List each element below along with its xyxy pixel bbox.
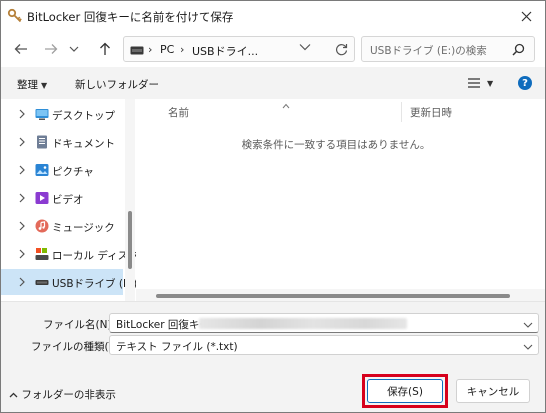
sidebar-item-label: ビデオ bbox=[52, 194, 84, 206]
sidebar-item-pictures[interactable]: ピクチャ bbox=[1, 157, 123, 183]
column-header-name[interactable]: 名前 bbox=[168, 105, 189, 120]
organize-label: 整理 bbox=[17, 79, 38, 91]
sidebar-item-label: ピクチャ bbox=[52, 166, 94, 178]
sidebar-item-documents[interactable]: ドキュメント bbox=[1, 129, 123, 155]
hide-folders-label: フォルダーの非表示 bbox=[21, 389, 116, 401]
address-dropdown-icon[interactable] bbox=[299, 41, 313, 55]
chevron-down-icon: ▼ bbox=[41, 81, 48, 90]
help-button[interactable]: ? bbox=[518, 76, 532, 90]
chevron-right-icon[interactable] bbox=[18, 193, 26, 203]
cancel-button[interactable]: キャンセル bbox=[456, 379, 530, 403]
chevron-up-icon bbox=[9, 392, 18, 398]
organize-menu[interactable]: 整理 ▼ bbox=[17, 77, 47, 92]
chevron-right-icon[interactable] bbox=[18, 221, 26, 231]
desktop-icon bbox=[35, 107, 49, 121]
chevron-right-icon[interactable] bbox=[18, 137, 26, 147]
search-placeholder: USBドライブ (E:)の検索 bbox=[370, 45, 487, 57]
search-input[interactable]: USBドライブ (E:)の検索 bbox=[361, 36, 535, 62]
arrow-left-icon bbox=[14, 44, 27, 54]
drive-icon bbox=[130, 45, 144, 55]
breadcrumb-usb-drive[interactable]: USBドライ... bbox=[192, 43, 258, 59]
videos-icon bbox=[35, 191, 49, 205]
file-list-pane: 名前 更新日時 検索条件に一致する項目はありません。 bbox=[136, 99, 545, 301]
sidebar-item-label: ミュージック bbox=[52, 222, 115, 234]
pictures-icon bbox=[35, 163, 49, 177]
chevron-right-icon[interactable] bbox=[18, 109, 26, 119]
arrow-up-icon bbox=[100, 42, 110, 55]
address-bar[interactable]: › PC › USBドライ... bbox=[123, 36, 355, 62]
command-bar: 整理 ▼ 新しいフォルダー ▼ ? bbox=[1, 67, 545, 99]
sidebar-item-desktop[interactable]: デスクトップ bbox=[1, 101, 123, 127]
close-button[interactable] bbox=[513, 5, 539, 27]
sidebar-item-music[interactable]: ミュージック bbox=[1, 213, 123, 239]
refresh-icon bbox=[335, 43, 347, 55]
filetype-value: テキスト ファイル (*.txt) bbox=[116, 341, 238, 353]
sidebar-item-usb-drive[interactable]: USBドライブ (E:) bbox=[1, 269, 137, 295]
sort-ascending-icon bbox=[282, 99, 290, 109]
chevron-down-icon bbox=[69, 46, 79, 52]
up-button[interactable] bbox=[95, 39, 115, 59]
navigation-pane-scrollbar[interactable] bbox=[125, 99, 135, 301]
list-view-icon bbox=[468, 78, 480, 88]
title-bar: BitLocker 回復キーに名前を付けて保存 bbox=[1, 1, 545, 31]
breadcrumb-pc[interactable]: PC bbox=[160, 43, 174, 56]
sidebar-item-local-disk[interactable]: ローカル ディスク ( bbox=[1, 241, 146, 267]
chevron-right-icon[interactable] bbox=[18, 277, 26, 287]
dialog-footer: フォルダーの非表示 保存(S) キャンセル bbox=[1, 357, 545, 412]
back-button[interactable] bbox=[11, 39, 31, 59]
chevron-right-icon[interactable] bbox=[18, 249, 26, 259]
music-icon bbox=[35, 219, 49, 233]
save-button[interactable]: 保存(S) bbox=[367, 379, 443, 403]
sidebar-item-videos[interactable]: ビデオ bbox=[1, 185, 123, 211]
scrollbar-thumb[interactable] bbox=[156, 294, 510, 298]
view-options-button[interactable]: ▼ bbox=[467, 75, 497, 91]
redacted-text bbox=[199, 318, 407, 329]
new-folder-button[interactable]: 新しいフォルダー bbox=[75, 77, 159, 92]
sidebar-item-label: ドキュメント bbox=[52, 138, 115, 150]
filename-value: BitLocker 回復キー bbox=[116, 319, 210, 331]
save-dialog: BitLocker 回復キーに名前を付けて保存 › PC › USBドライ... bbox=[0, 0, 546, 413]
window-title: BitLocker 回復キーに名前を付けて保存 bbox=[27, 10, 234, 24]
hide-folders-toggle[interactable]: フォルダーの非表示 bbox=[9, 387, 116, 402]
refresh-button[interactable] bbox=[331, 39, 351, 59]
usb-drive-icon bbox=[35, 275, 49, 289]
breadcrumb-separator: › bbox=[148, 43, 153, 56]
local-disk-icon bbox=[35, 247, 49, 261]
navigation-bar: › PC › USBドライ... USBドライブ (E:)の検索 bbox=[1, 31, 545, 67]
empty-results-message: 検索条件に一致する項目はありません。 bbox=[241, 139, 431, 151]
chevron-down-icon[interactable] bbox=[523, 341, 533, 350]
chevron-down-icon: ▼ bbox=[487, 78, 494, 88]
search-icon bbox=[512, 43, 526, 57]
arrow-right-icon bbox=[45, 44, 58, 54]
forward-button[interactable] bbox=[41, 39, 61, 59]
filename-input[interactable]: BitLocker 回復キー bbox=[109, 313, 539, 333]
filetype-select[interactable]: テキスト ファイル (*.txt) bbox=[109, 335, 539, 355]
file-list-horizontal-scrollbar[interactable] bbox=[136, 289, 545, 301]
column-header-modified[interactable]: 更新日時 bbox=[410, 105, 452, 120]
chevron-right-icon[interactable] bbox=[18, 165, 26, 175]
column-divider[interactable] bbox=[401, 102, 402, 122]
navigation-pane: デスクトップ ドキュメント ピクチャ ビデオ ミュージック ローカル ディスク … bbox=[1, 99, 146, 301]
chevron-down-icon[interactable] bbox=[523, 319, 533, 328]
scrollbar-thumb[interactable] bbox=[128, 211, 132, 269]
recent-locations-button[interactable] bbox=[67, 39, 81, 59]
breadcrumb-separator: › bbox=[180, 43, 185, 56]
document-icon bbox=[35, 135, 49, 149]
bitlocker-key-icon bbox=[7, 8, 23, 24]
sidebar-item-label: デスクトップ bbox=[52, 110, 115, 122]
file-form: ファイル名(N): BitLocker 回復キー ファイルの種類(T): テキス… bbox=[1, 301, 545, 357]
close-icon bbox=[521, 11, 531, 21]
filename-label: ファイル名(N): bbox=[43, 319, 116, 331]
